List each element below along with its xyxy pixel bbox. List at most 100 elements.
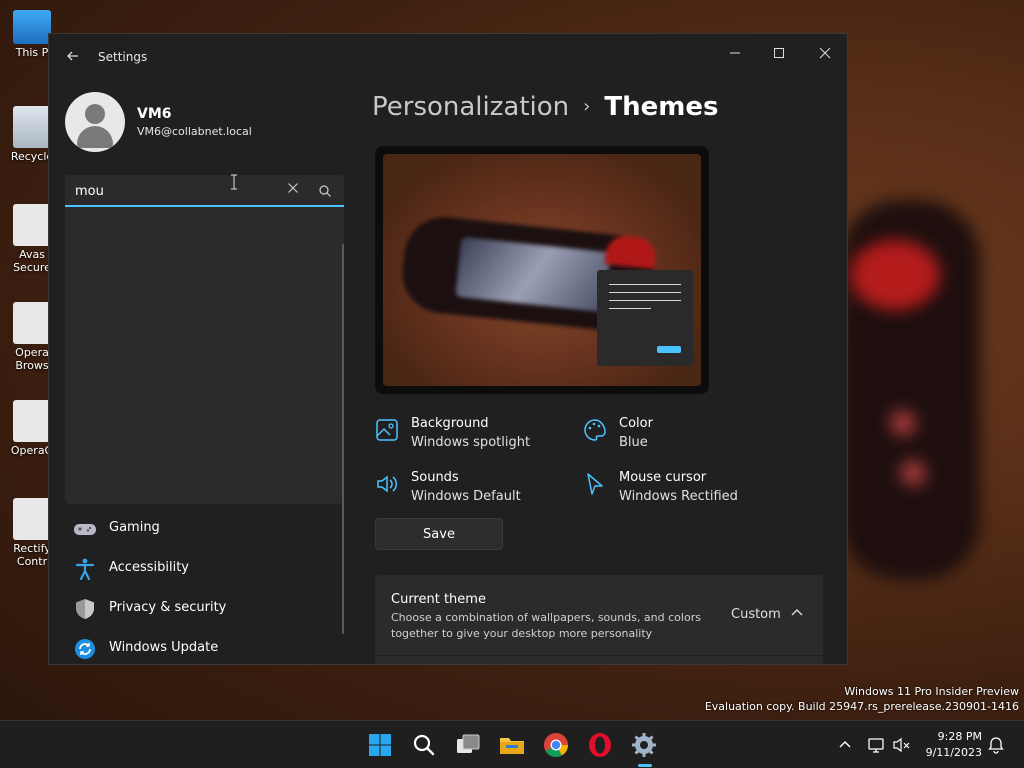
sidebar-item-label: Gaming: [109, 520, 160, 535]
wallpaper-shape: [890, 410, 916, 436]
back-button[interactable]: [63, 48, 83, 68]
sidebar-scrollbar[interactable]: [342, 244, 344, 634]
theme-list-card: [375, 656, 823, 664]
title-bar[interactable]: Settings: [49, 34, 847, 82]
wallpaper-shape: [850, 240, 940, 310]
sidebar-item-label: Privacy & security: [109, 600, 227, 615]
theme-preview-wallpaper: [383, 154, 701, 386]
desktop-icon-label: Rectify Contr: [13, 542, 51, 568]
sidebar-item-gaming[interactable]: Gaming: [73, 510, 333, 546]
accessibility-icon: [75, 558, 95, 580]
clock-date: 9/11/2023: [925, 746, 982, 759]
settings-window: Settings VM6 VM6@collabnet.local Gaming …: [48, 33, 848, 665]
preview-line: [609, 292, 681, 293]
settings-taskbar-button[interactable]: [628, 729, 660, 761]
search-input[interactable]: [65, 175, 287, 207]
maximize-button[interactable]: [757, 40, 801, 70]
preview-accent-button: [657, 346, 681, 353]
volume-muted-icon[interactable]: [892, 735, 912, 755]
preview-mini-window: [597, 270, 693, 366]
desktop-icon-label: Recycle: [10, 150, 54, 163]
desktop-icon-label: Opera Brows: [15, 346, 49, 372]
shortcut-file-icon: [13, 302, 51, 344]
windows-logo-icon: [369, 734, 391, 756]
start-button[interactable]: [364, 729, 396, 761]
text-cursor-icon: [231, 174, 237, 190]
user-name: VM6: [137, 106, 172, 122]
watermark-build: Evaluation copy. Build 25947.rs_prerelea…: [704, 700, 1019, 713]
active-app-indicator: [638, 764, 652, 767]
task-view-button[interactable]: [452, 729, 484, 761]
gamepad-icon: [74, 524, 96, 535]
search-suggestions-dropdown[interactable]: [65, 207, 344, 504]
color-setting[interactable]: Color Blue: [583, 416, 783, 456]
shield-icon: [76, 599, 94, 619]
background-value: Windows spotlight: [411, 435, 531, 450]
color-title: Color: [619, 416, 653, 431]
show-hidden-icons-button[interactable]: [835, 735, 855, 755]
update-icon: [75, 639, 95, 659]
close-button[interactable]: [803, 40, 847, 70]
sidebar-item-accessibility[interactable]: Accessibility: [73, 550, 333, 586]
current-theme-value: Custom: [731, 607, 781, 622]
sounds-title: Sounds: [411, 470, 459, 485]
sidebar-item-windows-update[interactable]: Windows Update: [73, 630, 333, 664]
sounds-setting[interactable]: Sounds Windows Default: [375, 470, 575, 510]
mouse-cursor-value: Windows Rectified: [619, 489, 738, 504]
notification-bell-icon[interactable]: [986, 735, 1006, 755]
close-icon: [819, 47, 831, 59]
avatar[interactable]: [65, 92, 125, 152]
mouse-cursor-setting[interactable]: Mouse cursor Windows Rectified: [583, 470, 783, 510]
breadcrumb-parent[interactable]: Personalization: [372, 92, 569, 122]
network-icon[interactable]: [866, 735, 886, 755]
sidebar-item-label: Windows Update: [109, 640, 219, 655]
preview-line: [609, 284, 681, 285]
preview-line: [609, 300, 681, 301]
sounds-value: Windows Default: [411, 489, 521, 504]
current-theme-card[interactable]: Current theme Choose a combination of wa…: [375, 575, 823, 655]
preview-wallpaper-accent: [604, 234, 658, 270]
save-button[interactable]: Save: [375, 518, 503, 550]
search-button[interactable]: [315, 181, 335, 201]
monitor-icon: [13, 10, 51, 44]
background-setting[interactable]: Background Windows spotlight: [375, 416, 575, 456]
file-explorer-button[interactable]: [496, 729, 528, 761]
sidebar-item-label: Accessibility: [109, 560, 189, 575]
taskbar: 9:28 PM 9/11/2023: [0, 720, 1024, 768]
avatar-head: [85, 104, 105, 124]
chevron-up-icon[interactable]: [789, 605, 805, 621]
shortcut-file-icon: [13, 204, 51, 246]
close-icon: [288, 183, 298, 193]
clock-time: 9:28 PM: [937, 730, 982, 743]
taskbar-search-button[interactable]: [408, 729, 440, 761]
current-theme-description: Choose a combination of wallpapers, soun…: [391, 611, 701, 640]
preview-wallpaper-screen: [455, 236, 611, 313]
chrome-button[interactable]: [540, 729, 572, 761]
minimize-button[interactable]: [713, 40, 757, 70]
speaker-icon: [377, 475, 398, 493]
maximize-icon: [774, 48, 784, 58]
mouse-cursor-title: Mouse cursor: [619, 470, 707, 485]
desktop-icon-label: Avas Secure: [13, 248, 51, 274]
avatar-body: [77, 126, 113, 148]
os-watermark: Windows 11 Pro Insider Preview Evaluatio…: [705, 684, 1019, 714]
palette-icon: [584, 419, 606, 441]
theme-preview: [375, 146, 709, 394]
taskbar-clock[interactable]: 9:28 PM 9/11/2023: [920, 729, 982, 761]
opera-button[interactable]: [584, 729, 616, 761]
picture-icon: [376, 419, 398, 441]
wallpaper-shape: [900, 460, 926, 486]
search-clear-button[interactable]: [283, 181, 303, 201]
watermark-edition: Windows 11 Pro Insider Preview: [844, 685, 1019, 698]
recycle-bin-icon: [13, 106, 51, 148]
page-title: Themes: [604, 92, 719, 122]
breadcrumb-separator: ›: [583, 96, 591, 117]
back-arrow-icon: [67, 51, 78, 61]
color-value: Blue: [619, 435, 648, 450]
user-email: VM6@collabnet.local: [137, 125, 252, 138]
cursor-icon: [587, 473, 603, 495]
search-icon: [319, 185, 331, 197]
sidebar-item-privacy[interactable]: Privacy & security: [73, 590, 333, 626]
search-box: [65, 175, 344, 207]
shortcut-file-icon: [13, 400, 51, 442]
